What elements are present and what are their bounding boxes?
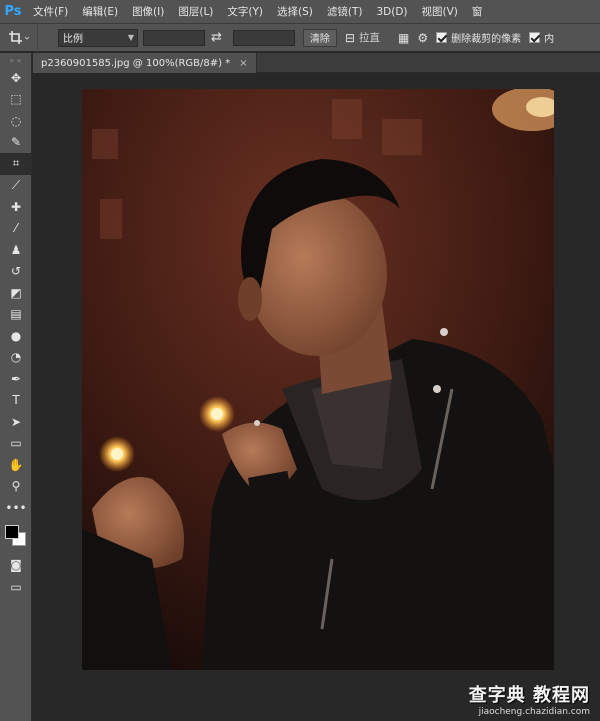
menu-item[interactable]: 窗	[465, 0, 490, 24]
type-tool-icon[interactable]: T	[0, 390, 32, 412]
healing-brush-tool-icon[interactable]: ✚	[0, 196, 32, 218]
tool-list: ✥ ⬚ ◌ ✎ ⌗ ⟋ ✚ ⁄ ♟ ↺ ◩ ▤ ● ◔ ✒ T ➤ ▭ ✋ ⚲ •••	[0, 67, 32, 519]
checkbox-checked-icon	[529, 32, 541, 43]
checkbox-checked-icon	[436, 32, 448, 43]
ratio-select-value: 比例	[63, 34, 83, 45]
history-brush-tool-icon[interactable]: ↺	[0, 261, 32, 283]
eyedropper-tool-icon[interactable]: ⟋	[0, 175, 32, 197]
quick-selection-tool-icon[interactable]: ✎	[0, 132, 32, 154]
foreground-color-swatch[interactable]	[5, 524, 19, 539]
document-tab-bar: p2360901585.jpg @ 100%(RGB/8#) * ×	[33, 53, 600, 73]
blur-tool-icon[interactable]: ●	[0, 325, 32, 347]
height-field[interactable]	[232, 29, 295, 46]
brush-tool-icon[interactable]: ⁄	[0, 218, 32, 240]
menu-item[interactable]: 图像(I)	[125, 0, 171, 24]
photo-illustration	[82, 89, 554, 670]
menu-item[interactable]: 编辑(E)	[75, 0, 125, 24]
menu-item[interactable]: 滤镜(T)	[320, 0, 370, 24]
menu-item[interactable]: 文字(Y)	[220, 0, 270, 24]
delete-cropped-pixels-label: 删除裁剪的像素	[451, 34, 522, 45]
more-tools-icon[interactable]: •••	[0, 497, 32, 519]
menu-item[interactable]: 图层(L)	[171, 0, 220, 24]
options-bar: 比例 ▼ ⇄ 清除 ⊟ 拉直 ▦ ⚙ 删除裁剪的像素 内	[0, 23, 600, 52]
zoom-tool-icon[interactable]: ⚲	[0, 476, 32, 498]
close-icon[interactable]: ×	[239, 58, 247, 69]
toolbox-grip[interactable]: » «	[0, 53, 31, 67]
color-swatches	[0, 519, 32, 555]
dodge-tool-icon[interactable]: ◔	[0, 347, 32, 369]
move-tool-icon[interactable]: ✥	[0, 67, 32, 89]
straighten-icon[interactable]: ⊟	[345, 31, 355, 45]
watermark: 查字典 教程网 jiaocheng.chazidian.com	[469, 681, 590, 717]
straighten-button[interactable]: 拉直	[359, 30, 380, 45]
menu-item[interactable]: 文件(F)	[26, 0, 75, 24]
crop-icon	[8, 30, 29, 44]
photoshop-logo: Ps	[4, 4, 22, 19]
toolbox: » « ✥ ⬚ ◌ ✎ ⌗ ⟋ ✚ ⁄ ♟ ↺ ◩ ▤ ● ◔ ✒ T ➤ ▭ ✋ ⚲ ••• ◙ ▭	[0, 53, 32, 721]
menu-bar: Ps 文件(F) 编辑(E) 图像(I) 图层(L) 文字(Y) 选择(S) 滤镜(T) 3D…	[0, 0, 600, 24]
clone-stamp-tool-icon[interactable]: ♟	[0, 239, 32, 261]
screen-mode-icon[interactable]: ▭	[0, 576, 32, 598]
delete-cropped-pixels-checkbox[interactable]: 删除裁剪的像素	[436, 30, 521, 45]
clear-button[interactable]: 清除	[302, 28, 337, 47]
watermark-title: 查字典 教程网	[468, 685, 590, 706]
rectangle-tool-icon[interactable]: ▭	[0, 433, 32, 455]
menu-item[interactable]: 3D(D)	[369, 0, 414, 24]
crop-tool-icon[interactable]: ⌗	[0, 153, 32, 175]
width-field[interactable]	[143, 29, 205, 46]
swap-dimensions-icon[interactable]: ⇄	[211, 30, 222, 45]
crop-tool-preset-picker[interactable]	[0, 23, 38, 52]
content-aware-label: 内	[544, 34, 555, 45]
gradient-tool-icon[interactable]: ▤	[0, 304, 32, 326]
pen-tool-icon[interactable]: ✒	[0, 368, 32, 390]
content-aware-checkbox[interactable]: 内	[529, 30, 554, 45]
hand-tool-icon[interactable]: ✋	[0, 454, 32, 476]
document-tab[interactable]: p2360901585.jpg @ 100%(RGB/8#) * ×	[33, 53, 257, 73]
quick-mask-icon[interactable]: ◙	[0, 555, 32, 577]
gear-icon[interactable]: ⚙	[417, 31, 428, 45]
menu-items: 文件(F) 编辑(E) 图像(I) 图层(L) 文字(Y) 选择(S) 滤镜(T) 3D(D)…	[26, 0, 489, 24]
document-tab-title: p2360901585.jpg @ 100%(RGB/8#) *	[41, 57, 231, 69]
ratio-select[interactable]: 比例 ▼	[58, 28, 138, 47]
overlay-grid-icon[interactable]: ▦	[398, 31, 409, 45]
menu-item[interactable]: 视图(V)	[415, 0, 465, 24]
watermark-url: jiaocheng.chazidian.com	[478, 707, 590, 717]
lasso-tool-icon[interactable]: ◌	[0, 110, 32, 132]
eraser-tool-icon[interactable]: ◩	[0, 282, 32, 304]
marquee-tool-icon[interactable]: ⬚	[0, 89, 32, 111]
path-selection-tool-icon[interactable]: ➤	[0, 411, 32, 433]
document-image[interactable]	[82, 89, 554, 670]
chevron-down-icon: ▼	[127, 33, 134, 42]
menu-item[interactable]: 选择(S)	[270, 0, 320, 24]
